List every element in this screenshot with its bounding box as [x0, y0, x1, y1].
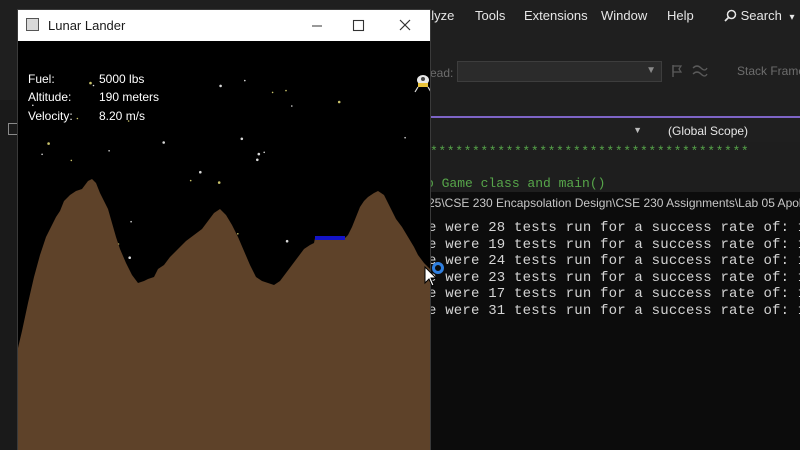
window-title: Lunar Lander — [48, 18, 126, 33]
fuel-label: Fuel: — [28, 72, 55, 86]
terrain-surface — [18, 179, 430, 450]
landing-pad — [315, 236, 345, 240]
lunar-terrain — [18, 179, 430, 450]
console-line: e were 19 tests run for a success rate o… — [430, 237, 800, 253]
side-strip — [0, 100, 18, 450]
console-line: e were 23 tests run for a success rate o… — [430, 270, 800, 286]
scope-dropdown[interactable]: (Global Scope) — [652, 122, 800, 142]
maximize-icon — [352, 19, 365, 32]
active-tab-indicator — [430, 116, 800, 118]
maximize-button[interactable] — [340, 10, 386, 41]
search-menu[interactable]: Search ▾ — [724, 8, 794, 23]
console-line: e were 31 tests run for a success rate o… — [430, 303, 800, 319]
thread-filter-icon[interactable] — [692, 64, 708, 78]
minimize-button[interactable] — [294, 10, 340, 41]
menu-tools[interactable]: Tools — [475, 8, 505, 23]
thread-label: ead: — [430, 66, 454, 80]
code-editor[interactable]: ************************************** o… — [430, 142, 800, 192]
member-dropdown[interactable]: ▼ — [430, 122, 648, 142]
scope-dropdown-value: (Global Scope) — [668, 124, 749, 138]
console-line: e were 28 tests run for a success rate o… — [430, 220, 800, 236]
console-path: 25\CSE 230 Encapsolation Design\CSE 230 … — [430, 196, 800, 210]
chevron-down-icon: ▼ — [646, 65, 656, 76]
console-line: e were 17 tests run for a success rate o… — [430, 286, 800, 302]
velocity-label: Velocity: — [28, 109, 73, 123]
menu-window[interactable]: Window — [601, 8, 647, 23]
close-icon — [399, 19, 411, 31]
altitude-value: 190 meters — [99, 90, 160, 104]
thread-dropdown[interactable]: ▼ — [457, 61, 662, 82]
chevron-down-icon: ▼ — [633, 125, 642, 135]
close-button[interactable] — [384, 10, 430, 41]
title-bar[interactable]: Lunar Lander — [18, 10, 430, 41]
console-line: e were 24 tests run for a success rate o… — [430, 253, 800, 269]
code-comment: o Game class and main() — [430, 176, 606, 191]
search-icon — [724, 9, 737, 22]
code-comment-stars: ************************************** — [430, 144, 750, 159]
search-label: Search — [740, 8, 782, 23]
lander-ship-icon — [414, 75, 430, 93]
stack-frame-label: Stack Frame — [737, 64, 800, 78]
altitude-label: Altitude: — [28, 90, 72, 104]
app-icon — [26, 18, 39, 31]
flag-icon[interactable] — [670, 64, 684, 78]
panel-tab-icon[interactable] — [8, 123, 18, 135]
mouse-cursor-icon — [424, 266, 438, 287]
menu-help[interactable]: Help — [667, 8, 694, 23]
velocity-value: 8.20 m/s — [99, 109, 146, 123]
chevron-down-icon: ▾ — [789, 12, 795, 23]
menu-extensions[interactable]: Extensions — [524, 8, 588, 23]
lunar-lander-window[interactable]: Lunar Lander Fuel: 5000 lbs Altitude: 19… — [18, 10, 430, 450]
minimize-icon — [312, 25, 322, 27]
game-canvas[interactable]: Fuel: 5000 lbs Altitude: 190 meters Velo… — [18, 41, 430, 450]
fuel-value: 5000 lbs — [99, 72, 145, 86]
console-output[interactable]: 25\CSE 230 Encapsolation Design\CSE 230 … — [430, 192, 800, 450]
